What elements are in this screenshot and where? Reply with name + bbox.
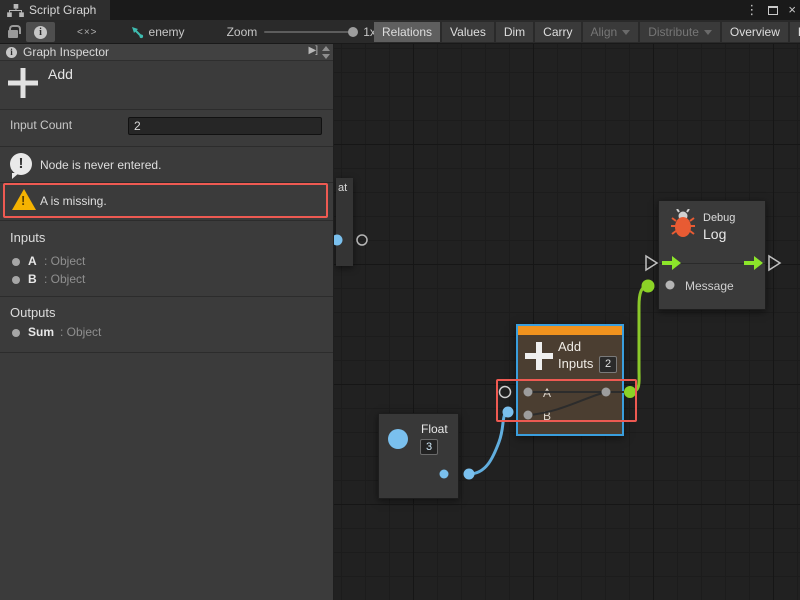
plus-icon <box>525 342 553 370</box>
graph-ref-label: enemy <box>149 25 185 39</box>
partial-node[interactable]: at <box>336 178 353 266</box>
graph-pointer-icon <box>130 25 144 39</box>
input-count-field[interactable] <box>128 117 322 135</box>
port-dot <box>12 329 20 337</box>
warning-message: A is missing. <box>40 194 107 208</box>
align-dropdown[interactable]: Align <box>583 22 639 42</box>
port-name: B <box>28 272 37 286</box>
info-icon: i <box>34 26 47 39</box>
port-name: Sum <box>28 325 54 339</box>
dim-toggle[interactable]: Dim <box>496 22 533 42</box>
error-highlight-box <box>496 379 637 422</box>
values-toggle[interactable]: Values <box>442 22 494 42</box>
output-row-sum: Sum : Object <box>0 325 333 343</box>
inspector-title: Graph Inspector <box>23 45 109 59</box>
port-type: : Object <box>44 272 85 286</box>
divider <box>0 146 333 147</box>
node-accent-bar <box>518 326 622 335</box>
port-type: : Object <box>44 254 85 268</box>
divider <box>0 352 333 353</box>
inspected-node-title: Add <box>48 66 73 82</box>
zoom-slider[interactable] <box>264 31 356 33</box>
zoom-label: Zoom <box>227 25 258 39</box>
empty-port-ring <box>357 235 367 245</box>
port-type: : Object <box>60 325 101 339</box>
lock-icon <box>8 30 18 38</box>
debug-node-title-1: Debug <box>703 212 735 224</box>
window-menu-icon[interactable]: ⋮ <box>745 0 758 20</box>
chevron-down-icon <box>704 30 712 35</box>
toolbar: i <×> enemy Zoom 1x Relations Values Dim… <box>0 20 800 44</box>
wires-overlay <box>334 44 800 600</box>
chevron-up-icon <box>322 46 330 51</box>
lock-button[interactable] <box>0 22 26 42</box>
graph-breadcrumb[interactable]: enemy <box>130 25 185 39</box>
flow-in-triangle <box>646 256 657 270</box>
float-type-icon <box>388 429 408 449</box>
add-input-count-badge: 2 <box>599 356 617 373</box>
graph-inspector-panel: i Graph Inspector ▶] Add Input Count ! N… <box>0 44 334 600</box>
input-row-a: A : Object <box>0 254 333 272</box>
divider <box>0 220 333 221</box>
info-bubble-icon: ! <box>10 153 32 175</box>
float-value-field[interactable]: 3 <box>420 439 438 455</box>
maximize-icon[interactable] <box>768 6 778 15</box>
dock-icon[interactable]: ▶] <box>309 45 317 56</box>
fullscreen-button[interactable]: Full Screen <box>790 22 800 42</box>
tab-script-graph[interactable]: Script Graph <box>0 0 110 20</box>
input-count-label: Input Count <box>10 118 72 132</box>
input-row-b: B : Object <box>0 272 333 290</box>
title-bar: Script Graph ⋮ × <box>0 0 800 20</box>
divider <box>0 296 333 297</box>
info-icon: i <box>6 47 17 58</box>
float-node-title: Float <box>421 422 448 436</box>
wire-start-dot <box>464 469 475 480</box>
plus-icon <box>8 68 38 98</box>
inspector-toggle-button[interactable]: i <box>26 22 55 42</box>
partial-node-label: at <box>338 182 347 194</box>
debug-wire-end-dot <box>642 280 655 293</box>
warning-icon <box>12 189 36 210</box>
panel-spinner[interactable] <box>322 46 330 59</box>
distribute-dropdown[interactable]: Distribute <box>640 22 720 42</box>
carry-toggle[interactable]: Carry <box>535 22 580 42</box>
node-divider <box>659 263 765 264</box>
debug-node-title-2: Log <box>703 226 726 242</box>
tab-label: Script Graph <box>29 3 96 17</box>
port-dot <box>12 258 20 266</box>
outputs-header: Outputs <box>10 305 56 320</box>
relations-toggle[interactable]: Relations <box>374 22 440 42</box>
chevron-down-icon <box>622 30 630 35</box>
chevron-down-icon <box>322 54 330 59</box>
bug-icon <box>671 209 695 239</box>
port-name: A <box>28 254 37 268</box>
divider <box>0 109 333 110</box>
script-graph-window: Script Graph ⋮ × i <×> enemy Zoom <box>0 0 800 600</box>
graph-canvas[interactable]: at Float 3 Add Inputs 2 A B <box>334 44 800 600</box>
add-node-title-1: Add <box>558 339 581 354</box>
debug-log-node[interactable]: Debug Log Message <box>658 200 766 310</box>
float-node[interactable]: Float 3 <box>378 413 459 499</box>
zoom-slider-handle[interactable] <box>348 27 358 37</box>
edit-code-button[interactable]: <×> <box>69 22 106 42</box>
close-icon[interactable]: × <box>788 0 796 20</box>
port-dot <box>12 276 20 284</box>
add-node-title-2: Inputs <box>558 356 593 371</box>
info-message: Node is never entered. <box>40 158 161 172</box>
wire-add-to-debug <box>630 286 648 392</box>
code-icon: <×> <box>77 27 98 38</box>
flow-out-triangle <box>769 256 780 270</box>
message-port-label: Message <box>685 279 734 293</box>
inspector-header[interactable]: i Graph Inspector ▶] <box>0 44 333 61</box>
inputs-header: Inputs <box>10 230 45 245</box>
overview-button[interactable]: Overview <box>722 22 788 42</box>
graph-hierarchy-icon <box>7 4 24 17</box>
